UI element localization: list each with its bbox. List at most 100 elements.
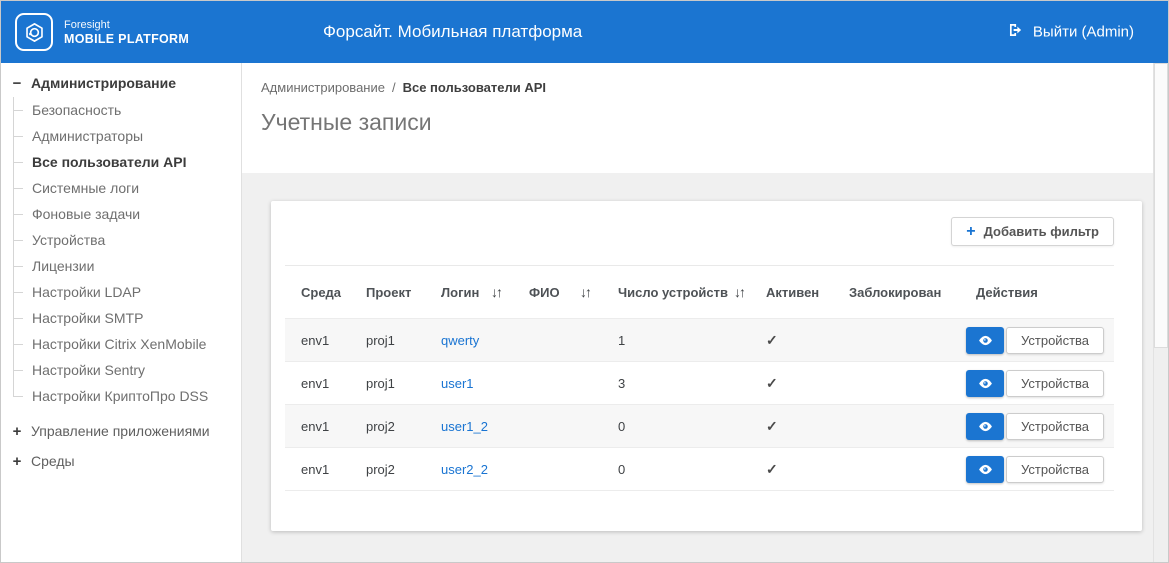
view-user-button[interactable]	[966, 413, 1004, 440]
app-header: Foresight MOBILE PLATFORM Форсайт. Мобил…	[1, 1, 1168, 63]
table-row: env1proj1qwerty1✓Устройства	[285, 319, 1114, 362]
sidebar-section-label: Среды	[31, 453, 75, 469]
main-content: Администрирование / Все пользователи API…	[242, 63, 1153, 562]
eye-icon	[977, 418, 994, 435]
eye-icon	[977, 332, 994, 349]
card-toolbar: + Добавить фильтр	[285, 201, 1114, 266]
sidebar-item[interactable]: Фоновые задачи	[1, 201, 241, 227]
content-area: + Добавить фильтр СредаПроектЛогин↓↑ФИО↓…	[242, 173, 1153, 562]
devices-button[interactable]: Устройства	[1006, 370, 1104, 397]
column-label: Активен	[766, 285, 819, 300]
cell-fio	[513, 362, 602, 405]
view-user-button[interactable]	[966, 456, 1004, 483]
table-row: env1proj2user1_20✓Устройства	[285, 405, 1114, 448]
login-link[interactable]: user1_2	[441, 419, 488, 434]
sidebar-item-label: Системные логи	[32, 180, 139, 196]
expand-icon[interactable]: +	[9, 453, 25, 470]
vertical-scrollbar[interactable]	[1153, 63, 1168, 562]
column-label: Число устройств	[618, 285, 728, 300]
add-filter-button[interactable]: + Добавить фильтр	[951, 217, 1114, 246]
cell-project: proj1	[350, 362, 425, 405]
cell-device-count: 0	[602, 448, 750, 491]
scrollbar-thumb[interactable]	[1154, 63, 1168, 348]
sidebar-item[interactable]: Системные логи	[1, 175, 241, 201]
cell-blocked	[833, 405, 960, 448]
logout-button[interactable]: Выйти (Admin)	[1007, 22, 1134, 43]
collapse-icon[interactable]: −	[9, 75, 25, 92]
row-actions: Устройства	[966, 456, 1106, 483]
sidebar-item[interactable]: Безопасность	[1, 97, 241, 123]
expand-icon[interactable]: +	[9, 423, 25, 440]
sidebar-section-environments[interactable]: + Среды	[1, 447, 241, 475]
cell-project: proj2	[350, 448, 425, 491]
cell-project: proj2	[350, 405, 425, 448]
sidebar-section-app-management[interactable]: + Управление приложениями	[1, 417, 241, 445]
cell-device-count: 3	[602, 362, 750, 405]
logout-label: Выйти (Admin)	[1033, 24, 1134, 41]
cell-login: user2_2	[425, 448, 513, 491]
cell-active: ✓	[750, 405, 833, 448]
breadcrumb: Администрирование / Все пользователи API	[261, 80, 1153, 95]
login-link[interactable]: qwerty	[441, 333, 479, 348]
app-window: Foresight MOBILE PLATFORM Форсайт. Мобил…	[0, 0, 1169, 563]
cell-fio	[513, 319, 602, 362]
sidebar-item-label: Настройки Citrix XenMobile	[32, 336, 206, 352]
table-header-row: СредаПроектЛогин↓↑ФИО↓↑Число устройств↓↑…	[285, 266, 1114, 319]
sidebar-item-label: Администраторы	[32, 128, 143, 144]
table-row: env1proj2 user2_2 0✓ Устройства	[285, 448, 1114, 491]
column-header: Заблокирован	[833, 266, 960, 319]
login-link[interactable]: user2_2	[441, 462, 488, 477]
column-header: Проект	[350, 266, 425, 319]
sidebar-item[interactable]: Все пользователи API	[1, 149, 241, 175]
foresight-logo-icon	[15, 13, 53, 51]
column-header: Число устройств↓↑	[602, 266, 750, 319]
column-label: Среда	[301, 285, 341, 300]
cell-env: env1	[285, 319, 350, 362]
sidebar-item[interactable]: Настройки LDAP	[1, 279, 241, 305]
cell-active: ✓	[750, 362, 833, 405]
sidebar-item[interactable]: Устройства	[1, 227, 241, 253]
eye-icon	[977, 461, 994, 478]
column-header: Активен	[750, 266, 833, 319]
sidebar-item[interactable]: Лицензии	[1, 253, 241, 279]
cell-env: env1	[285, 448, 350, 491]
cell-actions: Устройства	[960, 362, 1114, 405]
sidebar-item[interactable]: Настройки КриптоПро DSS	[1, 383, 241, 409]
devices-button[interactable]: Устройства	[1006, 413, 1104, 440]
view-user-button[interactable]	[966, 327, 1004, 354]
devices-button[interactable]: Устройства	[1006, 456, 1104, 483]
devices-button[interactable]: Устройства	[1006, 327, 1104, 354]
sidebar-item[interactable]: Администраторы	[1, 123, 241, 149]
cell-device-count: 0	[602, 405, 750, 448]
cell-device-count: 1	[602, 319, 750, 362]
sort-icon[interactable]: ↓↑	[485, 284, 505, 300]
breadcrumb-item[interactable]: Администрирование	[261, 80, 385, 95]
sidebar-section-label: Администрирование	[31, 75, 176, 91]
view-user-button[interactable]	[966, 370, 1004, 397]
sort-icon[interactable]: ↓↑	[728, 284, 748, 300]
cell-actions: Устройства	[960, 405, 1114, 448]
cell-blocked	[833, 319, 960, 362]
sidebar-item[interactable]: Настройки Citrix XenMobile	[1, 331, 241, 357]
sidebar: − Администрирование Безопасность Админист…	[1, 63, 242, 562]
sidebar-section-label: Управление приложениями	[31, 423, 210, 439]
page-title: Учетные записи	[261, 109, 1153, 136]
logo-text: Foresight MOBILE PLATFORM	[64, 18, 189, 47]
row-actions: Устройства	[966, 327, 1106, 354]
sidebar-item[interactable]: Настройки Sentry	[1, 357, 241, 383]
sidebar-section-administration[interactable]: − Администрирование	[1, 69, 241, 97]
column-header: ФИО↓↑	[513, 266, 602, 319]
sort-icon[interactable]: ↓↑	[574, 284, 594, 300]
column-header: Среда	[285, 266, 350, 319]
sidebar-item-label: Безопасность	[32, 102, 121, 118]
logout-icon	[1007, 22, 1024, 43]
sidebar-item-label: Лицензии	[32, 258, 94, 274]
cell-active: ✓	[750, 448, 833, 491]
breadcrumb-separator: /	[392, 80, 396, 95]
login-link[interactable]: user1	[441, 376, 474, 391]
cell-blocked	[833, 362, 960, 405]
sidebar-item-label: Все пользователи API	[32, 154, 186, 170]
sidebar-item-label: Настройки КриптоПро DSS	[32, 388, 208, 404]
sidebar-item[interactable]: Настройки SMTP	[1, 305, 241, 331]
add-filter-label: Добавить фильтр	[984, 224, 1099, 239]
